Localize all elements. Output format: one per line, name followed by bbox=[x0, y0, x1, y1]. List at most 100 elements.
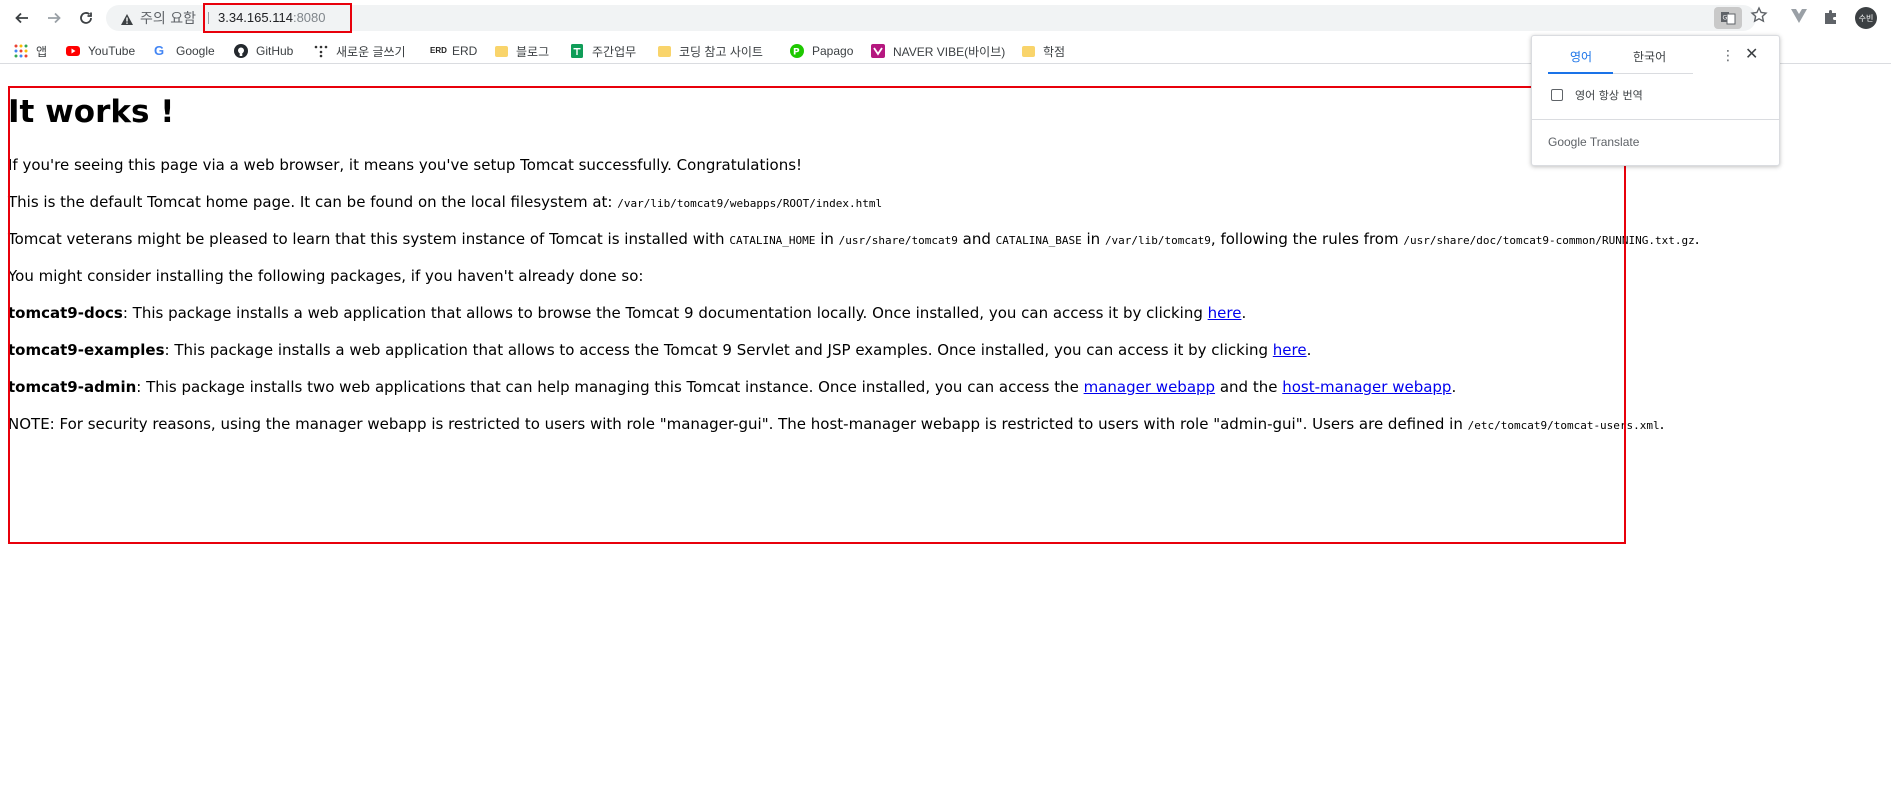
text: . bbox=[1241, 304, 1247, 322]
active-tab-underline bbox=[1548, 72, 1613, 74]
sheets-icon bbox=[570, 44, 584, 58]
bookmark-label: Papago bbox=[812, 44, 854, 58]
bookmark-star-icon[interactable] bbox=[1750, 6, 1768, 28]
paragraph-note: NOTE: For security reasons, using the ma… bbox=[8, 415, 1664, 433]
text: , following the rules from bbox=[1210, 230, 1404, 248]
docs-here-link[interactable]: here bbox=[1208, 304, 1242, 322]
warning-triangle-icon[interactable] bbox=[120, 11, 134, 30]
package-name: tomcat9-docs bbox=[8, 304, 123, 322]
bookmark-vibe[interactable]: NAVER VIBE(바이브) bbox=[871, 41, 1005, 61]
package-name: tomcat9-admin bbox=[8, 378, 137, 396]
brand-translate: Translate bbox=[1589, 135, 1640, 149]
popup-divider bbox=[1532, 119, 1779, 120]
security-warning-label[interactable]: 주의 요함 bbox=[140, 8, 196, 28]
back-arrow-icon[interactable] bbox=[10, 6, 34, 30]
folder-icon bbox=[1022, 45, 1035, 57]
code-path: /var/lib/tomcat9 bbox=[1104, 234, 1211, 247]
manager-webapp-link[interactable]: manager webapp bbox=[1084, 378, 1215, 396]
extensions-puzzle-icon[interactable] bbox=[1822, 8, 1840, 30]
paragraph-success: If you're seeing this page via a web bro… bbox=[8, 156, 803, 174]
text: and bbox=[957, 230, 996, 248]
bookmark-folder-coding[interactable]: 코딩 참고 사이트 bbox=[658, 41, 763, 61]
browser-toolbar: 주의 요함 3.34.165.114:8080 G 수빈 bbox=[0, 0, 1891, 35]
papago-icon: P bbox=[790, 44, 804, 58]
github-icon bbox=[234, 44, 248, 58]
bookmark-google[interactable]: G Google bbox=[154, 41, 215, 61]
tab-source-language[interactable]: 영어 bbox=[1570, 48, 1592, 65]
always-translate-checkbox[interactable] bbox=[1551, 89, 1563, 101]
bookmark-label: 앱 bbox=[36, 44, 48, 59]
bookmark-new-post[interactable]: 새로운 글쓰기 bbox=[314, 41, 406, 61]
text: Tomcat veterans might be pleased to lear… bbox=[8, 230, 730, 248]
profile-avatar[interactable]: 수빈 bbox=[1855, 7, 1877, 29]
tab-target-language[interactable]: 한국어 bbox=[1633, 48, 1666, 65]
package-name: tomcat9-examples bbox=[8, 341, 165, 359]
translate-popup: 영어 한국어 ⋮ ✕ 영어 항상 번역 Google Translate bbox=[1531, 35, 1780, 166]
url-highlight-box: 3.34.165.114:8080 bbox=[203, 3, 352, 33]
paragraph-packages-intro: You might consider installing the follow… bbox=[8, 267, 644, 285]
code-path: /usr/share/doc/tomcat9-common/RUNNING.tx… bbox=[1403, 234, 1695, 247]
bookmark-folder-blog[interactable]: 블로그 bbox=[495, 41, 549, 61]
erd-icon: ERD bbox=[430, 46, 447, 55]
google-icon: G bbox=[154, 43, 165, 58]
bookmark-label: 블로그 bbox=[516, 44, 550, 59]
folder-icon bbox=[495, 45, 508, 57]
address-bar[interactable]: 주의 요함 3.34.165.114:8080 bbox=[106, 3, 1756, 33]
svg-text:P: P bbox=[793, 48, 800, 58]
url-host: 3.34.165.114 bbox=[218, 10, 293, 25]
bookmark-label: 학점 bbox=[1043, 44, 1066, 59]
code-path: /usr/share/tomcat9 bbox=[838, 234, 958, 247]
code-catalina-home: CATALINA_HOME bbox=[729, 234, 816, 247]
translate-page-icon[interactable]: G bbox=[1714, 7, 1742, 29]
bookmark-youtube[interactable]: YouTube bbox=[66, 41, 135, 61]
bookmark-apps[interactable]: 앱 bbox=[14, 41, 47, 61]
text: . bbox=[1659, 415, 1665, 433]
bookmark-label: NAVER VIBE(바이브) bbox=[893, 44, 1006, 59]
host-manager-webapp-link[interactable]: host-manager webapp bbox=[1282, 378, 1451, 396]
text: in bbox=[1081, 230, 1105, 248]
code-catalina-base: CATALINA_BASE bbox=[995, 234, 1082, 247]
bookmark-folder-grades[interactable]: 학점 bbox=[1022, 41, 1065, 61]
text: . bbox=[1306, 341, 1312, 359]
bookmark-label: 주간업무 bbox=[592, 44, 637, 59]
text: This is the default Tomcat home page. It… bbox=[8, 193, 618, 211]
extension-vue-icon[interactable] bbox=[1790, 8, 1808, 28]
folder-icon bbox=[658, 45, 671, 57]
paragraph-tomcat-examples: tomcat9-examples: This package installs … bbox=[8, 341, 1311, 359]
code-path: /etc/tomcat9/tomcat-users.xml bbox=[1467, 419, 1660, 432]
text: . bbox=[1451, 378, 1457, 396]
paragraph-tomcat-admin: tomcat9-admin: This package installs two… bbox=[8, 378, 1456, 396]
close-icon[interactable]: ✕ bbox=[1745, 44, 1758, 63]
bookmark-github[interactable]: GitHub bbox=[234, 41, 293, 61]
youtube-icon bbox=[66, 44, 80, 58]
dots-icon bbox=[314, 44, 328, 58]
text: : This package installs a web applicatio… bbox=[164, 341, 1273, 359]
bookmark-papago[interactable]: P Papago bbox=[790, 41, 853, 61]
bookmark-label: 새로운 글쓰기 bbox=[336, 44, 406, 59]
more-options-icon[interactable]: ⋮ bbox=[1721, 48, 1735, 64]
bookmark-erd[interactable]: ERD ERD bbox=[430, 41, 477, 61]
always-translate-label: 영어 항상 번역 bbox=[1575, 89, 1643, 102]
bookmark-weekly[interactable]: 주간업무 bbox=[570, 41, 636, 61]
apps-grid-icon bbox=[14, 44, 28, 58]
paragraph-tomcat-docs: tomcat9-docs: This package installs a we… bbox=[8, 304, 1246, 322]
text: : This package installs a web applicatio… bbox=[122, 304, 1208, 322]
bookmark-label: GitHub bbox=[256, 44, 294, 58]
vibe-icon bbox=[871, 44, 885, 58]
examples-here-link[interactable]: here bbox=[1273, 341, 1307, 359]
page-title: It works ! bbox=[8, 94, 175, 130]
text: in bbox=[815, 230, 839, 248]
url-text[interactable]: 3.34.165.114:8080 bbox=[218, 10, 326, 25]
code-path: /var/lib/tomcat9/webapps/ROOT/index.html bbox=[617, 197, 883, 210]
forward-arrow-icon[interactable] bbox=[42, 6, 66, 30]
brand-google: Google bbox=[1548, 135, 1587, 149]
reload-icon[interactable] bbox=[74, 6, 98, 30]
text: : This package installs two web applicat… bbox=[136, 378, 1084, 396]
url-port: :8080 bbox=[292, 10, 326, 25]
text: . bbox=[1694, 230, 1700, 248]
text: and the bbox=[1215, 378, 1283, 396]
paragraph-home-page: This is the default Tomcat home page. It… bbox=[8, 193, 882, 211]
paragraph-veterans: Tomcat veterans might be pleased to lear… bbox=[8, 230, 1700, 248]
bookmark-label: 코딩 참고 사이트 bbox=[679, 44, 763, 59]
bookmark-label: ERD bbox=[452, 44, 478, 58]
